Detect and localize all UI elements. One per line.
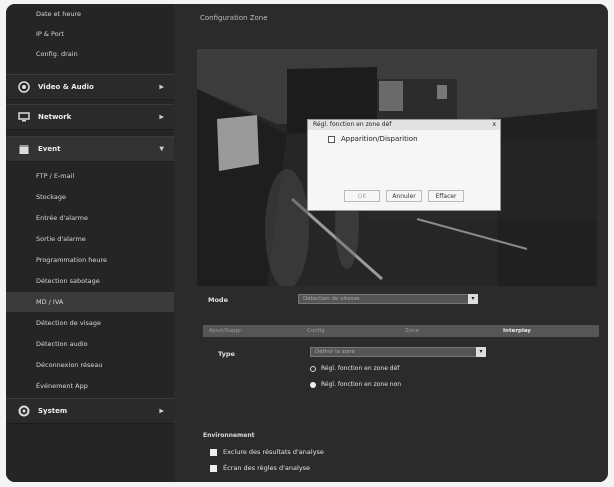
checkbox[interactable] (328, 135, 335, 143)
dialog-buttons: OK Annuler Effacer (308, 190, 500, 202)
sidebar-item-storage[interactable]: Stockage (6, 187, 174, 207)
sidebar-item-date-time[interactable]: Date et heure (6, 4, 174, 24)
sidebar-category-video-audio[interactable]: Video & Audio ▶ (6, 74, 174, 100)
sidebar-item-label: Entrée d'alarme (36, 214, 88, 222)
chevron-down-icon: ▾ (476, 347, 486, 357)
sidebar-category-system[interactable]: System ▶ (6, 398, 174, 424)
app-window: Date et heure IP & Port Config. drain Vi… (6, 4, 608, 482)
camera-icon (18, 81, 30, 93)
sidebar-item-label: System (38, 407, 68, 415)
radio-label: Régl. fonction en zone déf (321, 365, 400, 372)
sidebar-item-md-iva[interactable]: MD / IVA (6, 292, 174, 312)
close-icon[interactable]: x (492, 120, 496, 130)
radio-label: Régl. fonction en zone non (321, 381, 402, 388)
sidebar-item-label: Stockage (36, 193, 66, 201)
sidebar-category-network[interactable]: Network ▶ (6, 104, 174, 130)
sidebar-item-label: Sortie d'alarme (36, 235, 86, 243)
sidebar-item-ftp-email[interactable]: FTP / E-mail (6, 166, 174, 186)
sidebar-item-label: FTP / E-mail (36, 172, 75, 180)
dialog-title: Régl. fonction en zone déf (313, 121, 392, 128)
sidebar-item-label: Programmation heure (36, 256, 108, 264)
mode-select-value: Détection de vitesse (303, 296, 360, 302)
calendar-icon (18, 143, 30, 155)
mode-label: Mode (208, 296, 228, 304)
option-exclude-analysis[interactable]: Exclure des résultats d'analyse (210, 448, 324, 456)
checkbox[interactable] (210, 448, 217, 456)
dialog-option-appear-disappear[interactable]: Apparition/Disparition (328, 135, 418, 143)
sidebar-item-ip-port[interactable]: IP & Port (6, 24, 174, 44)
sidebar-category-event[interactable]: Event ▼ (6, 136, 174, 162)
sidebar-item-app-event[interactable]: Événement App (6, 376, 174, 396)
chevron-right-icon: ▶ (159, 407, 164, 415)
sidebar-item-label: Détection de visage (36, 319, 101, 327)
radio-button-selected[interactable] (310, 381, 316, 388)
ok-button[interactable]: OK (344, 190, 380, 202)
sidebar-item-config-drain[interactable]: Config. drain (6, 44, 174, 64)
column-header-interplay: Interplay (503, 328, 531, 334)
environment-section-title: Environnement (203, 432, 255, 439)
sidebar-item-label: Détection audio (36, 340, 88, 348)
cancel-button[interactable]: Annuler (386, 190, 422, 202)
sidebar-item-label: IP & Port (36, 30, 64, 38)
monitor-icon (18, 111, 30, 123)
type-label: Type (218, 350, 235, 358)
sidebar-item-audio-detection[interactable]: Détection audio (6, 334, 174, 354)
sidebar-item-label: Déconnexion réseau (36, 361, 103, 369)
sidebar-item-time-schedule[interactable]: Programmation heure (6, 250, 174, 270)
column-header-zone: Zone (405, 328, 420, 334)
column-header-add-remove: Ajout/Suppr. (209, 328, 243, 334)
type-select-value: Définir la zone (315, 349, 355, 355)
sidebar-item-label: Date et heure (36, 10, 81, 18)
sidebar-item-label: MD / IVA (36, 298, 64, 306)
sidebar-item-alarm-output[interactable]: Sortie d'alarme (6, 229, 174, 249)
sidebar-item-face-detection[interactable]: Détection de visage (6, 313, 174, 333)
main-content: Configuration Zone Mode Détection de vit… (174, 4, 608, 482)
sidebar-item-label: Video & Audio (38, 83, 94, 91)
sidebar-item-network-disconnect[interactable]: Déconnexion réseau (6, 355, 174, 375)
sidebar-item-alarm-input[interactable]: Entrée d'alarme (6, 208, 174, 228)
chevron-down-icon: ▾ (468, 294, 478, 304)
column-header-config: Config. (307, 328, 327, 334)
chevron-down-icon: ▼ (159, 145, 164, 153)
mode-select[interactable]: Détection de vitesse ▾ (298, 294, 478, 304)
zone-table-header: Ajout/Suppr. Config. Zone Interplay (203, 325, 599, 337)
chevron-right-icon: ▶ (159, 83, 164, 91)
delete-button[interactable]: Effacer (428, 190, 464, 202)
checkbox-label: Apparition/Disparition (341, 135, 418, 143)
sidebar-item-tamper-detection[interactable]: Détection sabotage (6, 271, 174, 291)
radio-zone-undefined[interactable]: Régl. fonction en zone non (310, 381, 401, 388)
page-title: Configuration Zone (200, 14, 268, 22)
checkbox-label: Écran des règles d'analyse (223, 464, 311, 472)
gear-icon (18, 405, 30, 417)
checkbox[interactable] (210, 464, 217, 472)
sidebar: Date et heure IP & Port Config. drain Vi… (6, 4, 174, 482)
type-select[interactable]: Définir la zone ▾ (310, 347, 486, 357)
sidebar-item-label: Network (38, 113, 72, 121)
dialog-titlebar: Régl. fonction en zone déf x (308, 120, 500, 130)
zone-function-dialog: Régl. fonction en zone déf x Apparition/… (307, 119, 501, 211)
option-rules-screen[interactable]: Écran des règles d'analyse (210, 464, 310, 472)
sidebar-item-label: Event (38, 145, 61, 153)
chevron-right-icon: ▶ (159, 113, 164, 121)
sidebar-item-label: Config. drain (36, 50, 78, 58)
sidebar-item-label: Détection sabotage (36, 277, 100, 285)
radio-button[interactable] (310, 365, 316, 372)
checkbox-label: Exclure des résultats d'analyse (223, 448, 324, 456)
sidebar-item-label: Événement App (36, 382, 88, 390)
radio-zone-defined[interactable]: Régl. fonction en zone déf (310, 365, 399, 372)
